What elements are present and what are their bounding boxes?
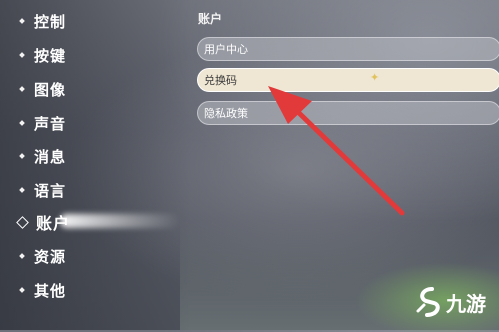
nine-game-logo-icon — [416, 287, 440, 317]
red-arrow-annotation — [268, 86, 405, 216]
watermark-text: 九游 — [446, 291, 486, 316]
watermark: 九游 — [414, 286, 486, 318]
